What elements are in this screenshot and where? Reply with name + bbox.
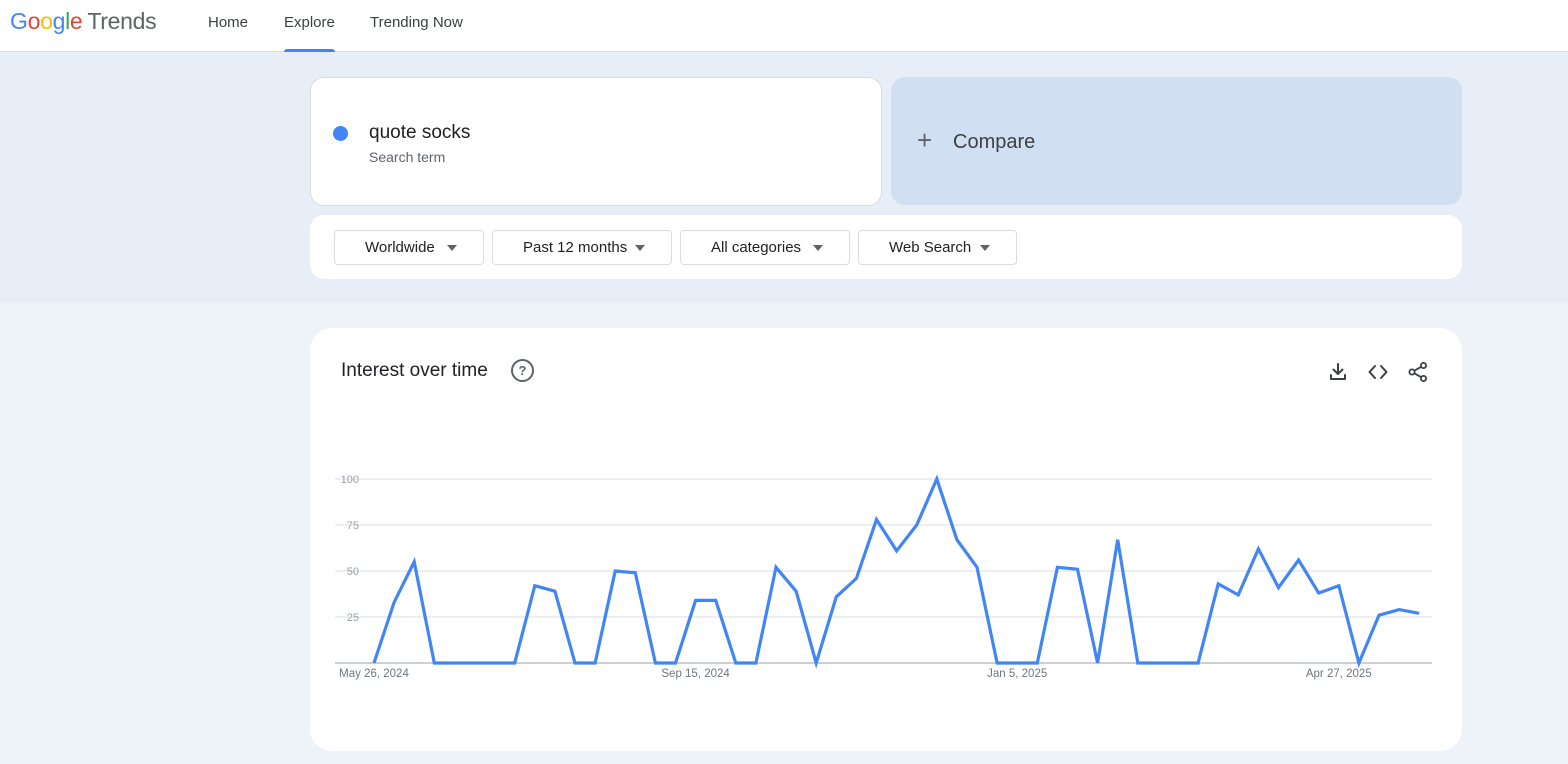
compare-button[interactable]: + Compare [891,77,1462,205]
time-range-dropdown-label: Past 12 months [523,239,628,256]
x-tick-label: May 26, 2024 [339,668,409,680]
filters-bar: Worldwide Past 12 months All categories … [310,215,1462,279]
search-type-dropdown-label: Web Search [889,239,972,256]
caret-down-icon [980,245,990,251]
category-dropdown[interactable]: All categories [680,230,850,265]
nav-home[interactable]: Home [208,0,248,52]
search-term-card[interactable]: quote socks Search term [310,77,882,206]
search-term-label: Search term [369,149,446,165]
y-tick-label: 75 [347,520,359,532]
y-tick-label: 100 [341,474,359,486]
logo-trends-text: Trends [87,8,157,34]
y-tick-label: 25 [347,612,359,624]
interest-over-time-card: Interest over time ? 25 50 75 100 May 26, 20… [310,328,1462,751]
search-type-dropdown[interactable]: Web Search [858,230,1017,265]
category-dropdown-label: All categories [711,239,802,256]
nav-explore[interactable]: Explore [284,0,335,52]
x-tick-label: Jan 5, 2025 [987,668,1047,680]
caret-down-icon [813,245,823,251]
google-trends-logo[interactable]: Google Trends [10,8,157,35]
plus-icon: + [917,125,933,155]
caret-down-icon [447,245,457,251]
region-dropdown-label: Worldwide [365,239,435,256]
x-tick-label: Apr 27, 2025 [1306,668,1372,680]
top-bar: Google Trends Home Explore Trending Now [0,0,1568,52]
region-dropdown[interactable]: Worldwide [334,230,484,265]
interest-line-chart: 25 50 75 100 May 26, 2024 Sep 15, 2024 Jan 5, … [335,474,1432,680]
nav-trending-now[interactable]: Trending Now [370,0,463,52]
caret-down-icon [635,245,645,251]
compare-label: Compare [953,131,1036,153]
search-term-name[interactable]: quote socks [369,122,470,144]
logo-google-wordmark: Google [10,8,83,34]
y-tick-label: 50 [347,566,359,578]
series-color-dot [333,126,348,141]
time-range-dropdown[interactable]: Past 12 months [492,230,672,265]
x-tick-label: Sep 15, 2024 [661,668,730,680]
